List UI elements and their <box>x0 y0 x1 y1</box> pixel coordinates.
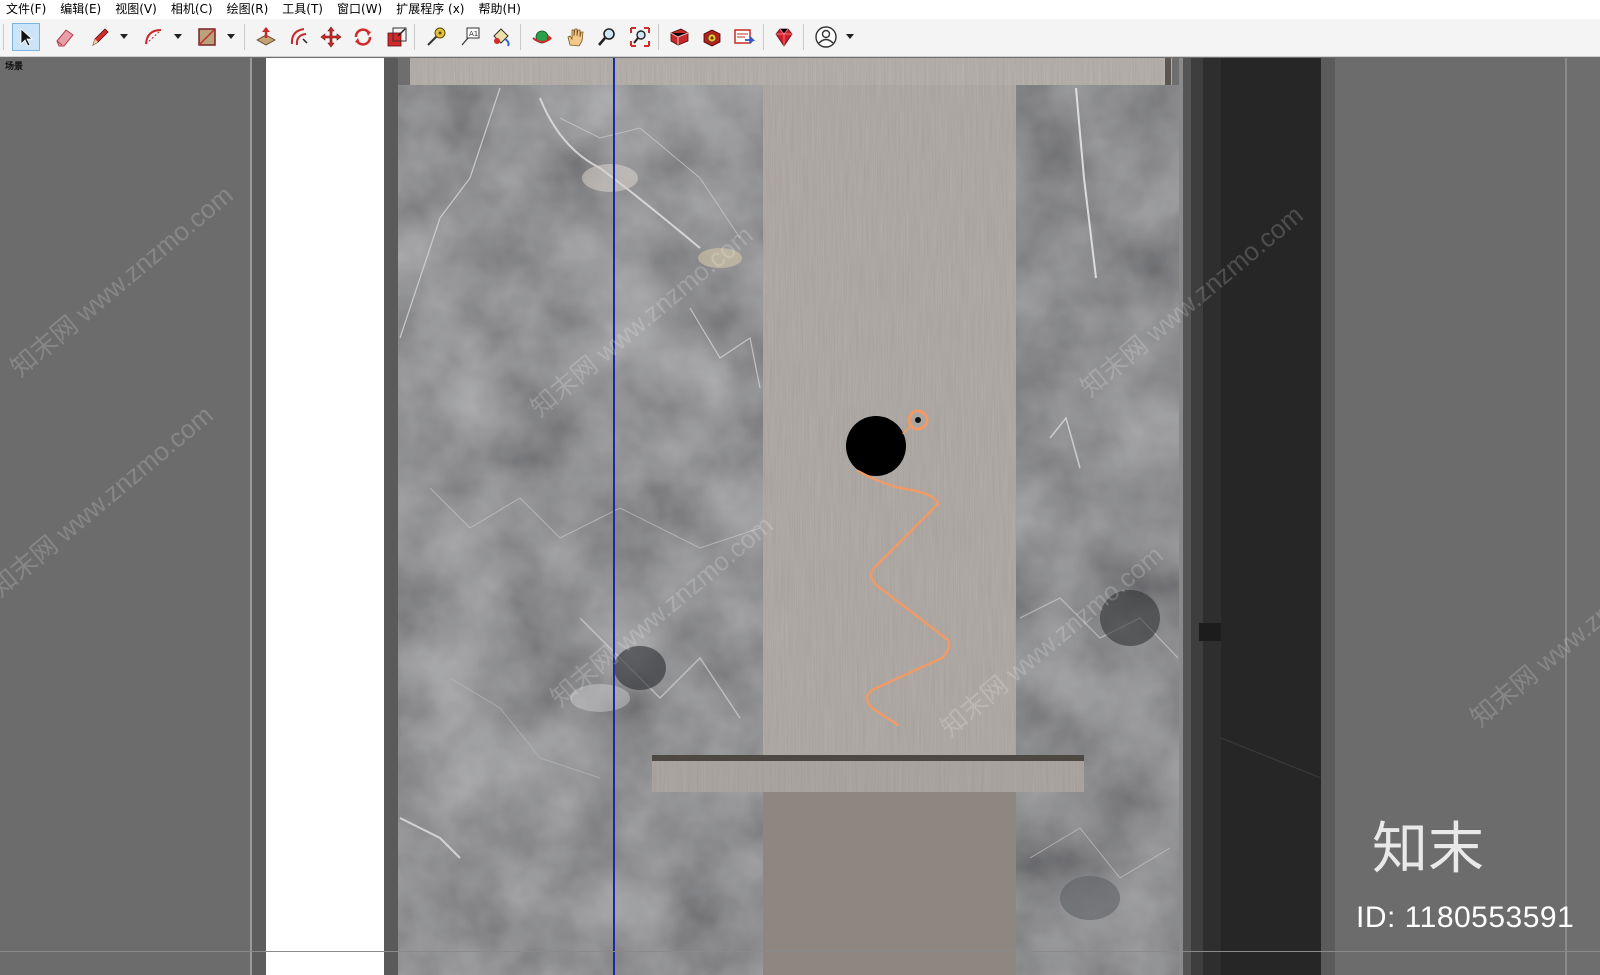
tape-measure-icon <box>427 27 446 46</box>
pencil-icon <box>92 28 109 46</box>
watermark-id: ID: 1180553591 <box>1356 901 1575 934</box>
main-toolbar: A1 <box>0 19 1600 57</box>
arc-tool-dropdown[interactable] <box>172 23 184 51</box>
watermark-logo: 知末 <box>1372 813 1502 887</box>
push-pull-tool-button[interactable] <box>252 23 280 51</box>
menu-edit[interactable]: 编辑(E) <box>53 0 108 19</box>
rectangle-icon <box>198 28 216 46</box>
rectangle-tool-dropdown[interactable] <box>225 23 237 51</box>
toolbar-grip <box>3 24 4 50</box>
eraser-tool-button[interactable] <box>51 23 79 51</box>
menu-window[interactable]: 窗口(W) <box>330 0 389 19</box>
rotate-tool-button[interactable] <box>349 23 377 51</box>
drawing-viewport[interactable]: 知末网 www.znzmo.com 知末网 www.znzmo.com 知末网 … <box>0 58 1600 975</box>
arc-tool-button[interactable] <box>140 23 168 51</box>
text-label-icon: A1 <box>461 27 480 46</box>
toolbar-separator <box>520 24 521 50</box>
menu-help[interactable]: 帮助(H) <box>471 0 527 19</box>
menu-draw[interactable]: 绘图(R) <box>220 0 276 19</box>
orbit-tool-button[interactable] <box>528 23 556 51</box>
watermark-logo-graphic: 知末 <box>1372 817 1484 882</box>
zoom-extents-icon <box>630 27 650 47</box>
magnifier-icon <box>598 28 615 46</box>
account-tool-button[interactable] <box>812 23 840 51</box>
scale-icon <box>387 27 407 47</box>
layout-icon <box>734 29 755 44</box>
zoom-extents-tool-button[interactable] <box>626 23 654 51</box>
chevron-down-icon <box>120 34 128 39</box>
line-tool-button[interactable] <box>86 23 114 51</box>
rectangle-tool-button[interactable] <box>193 23 221 51</box>
chevron-down-icon <box>846 34 854 39</box>
ruby-gem-icon <box>775 28 793 47</box>
move-icon <box>320 26 342 48</box>
tape-measure-tool-button[interactable] <box>422 23 450 51</box>
toolbar-separator <box>803 24 804 50</box>
menu-file[interactable]: 文件(F) <box>0 0 53 19</box>
offset-icon <box>290 28 308 46</box>
push-pull-icon <box>256 27 276 46</box>
ruby-console-tool-button[interactable] <box>770 23 798 51</box>
eraser-icon <box>56 29 74 47</box>
paint-bucket-icon <box>493 28 510 47</box>
rotate-icon <box>354 28 372 46</box>
toolbar-separator <box>244 24 245 50</box>
3d-warehouse-icon <box>670 28 689 46</box>
arrow-cursor-icon <box>20 28 34 47</box>
svg-text:A1: A1 <box>469 30 478 38</box>
offset-tool-button[interactable] <box>285 23 313 51</box>
scene-tab-label[interactable]: 场景 <box>5 59 23 72</box>
toolbar-separator <box>414 24 415 50</box>
line-tool-dropdown[interactable] <box>118 23 130 51</box>
toolbar-separator <box>658 24 659 50</box>
menu-camera[interactable]: 相机(C) <box>164 0 220 19</box>
send-to-layout-tool-button[interactable] <box>730 23 758 51</box>
menu-extensions[interactable]: 扩展程序 (x) <box>389 0 471 19</box>
menu-tools[interactable]: 工具(T) <box>275 0 330 19</box>
menu-view[interactable]: 视图(V) <box>108 0 164 19</box>
move-tool-button[interactable] <box>317 23 345 51</box>
chevron-down-icon <box>227 34 235 39</box>
paint-bucket-tool-button[interactable] <box>487 23 515 51</box>
orbit-icon <box>532 30 552 44</box>
warehouse-tool-button[interactable] <box>665 23 693 51</box>
arc-icon <box>145 29 162 45</box>
svg-text:知末: 知末 <box>1372 817 1484 882</box>
scale-tool-button[interactable] <box>383 23 411 51</box>
chevron-down-icon <box>174 34 182 39</box>
hand-icon <box>567 28 584 47</box>
extension-warehouse-tool-button[interactable] <box>698 23 726 51</box>
pan-tool-button[interactable] <box>561 23 589 51</box>
zoom-tool-button[interactable] <box>593 23 621 51</box>
text-tool-button[interactable]: A1 <box>456 23 484 51</box>
select-tool-button[interactable] <box>12 23 40 51</box>
extension-warehouse-icon <box>703 29 721 47</box>
toolbar-separator <box>763 24 764 50</box>
user-account-icon <box>815 26 837 48</box>
menu-bar: 文件(F) 编辑(E) 视图(V) 相机(C) 绘图(R) 工具(T) 窗口(W… <box>0 0 1600 19</box>
scene-render: 知末网 www.znzmo.com 知末网 www.znzmo.com 知末网 … <box>0 58 1600 975</box>
account-dropdown[interactable] <box>844 23 856 51</box>
